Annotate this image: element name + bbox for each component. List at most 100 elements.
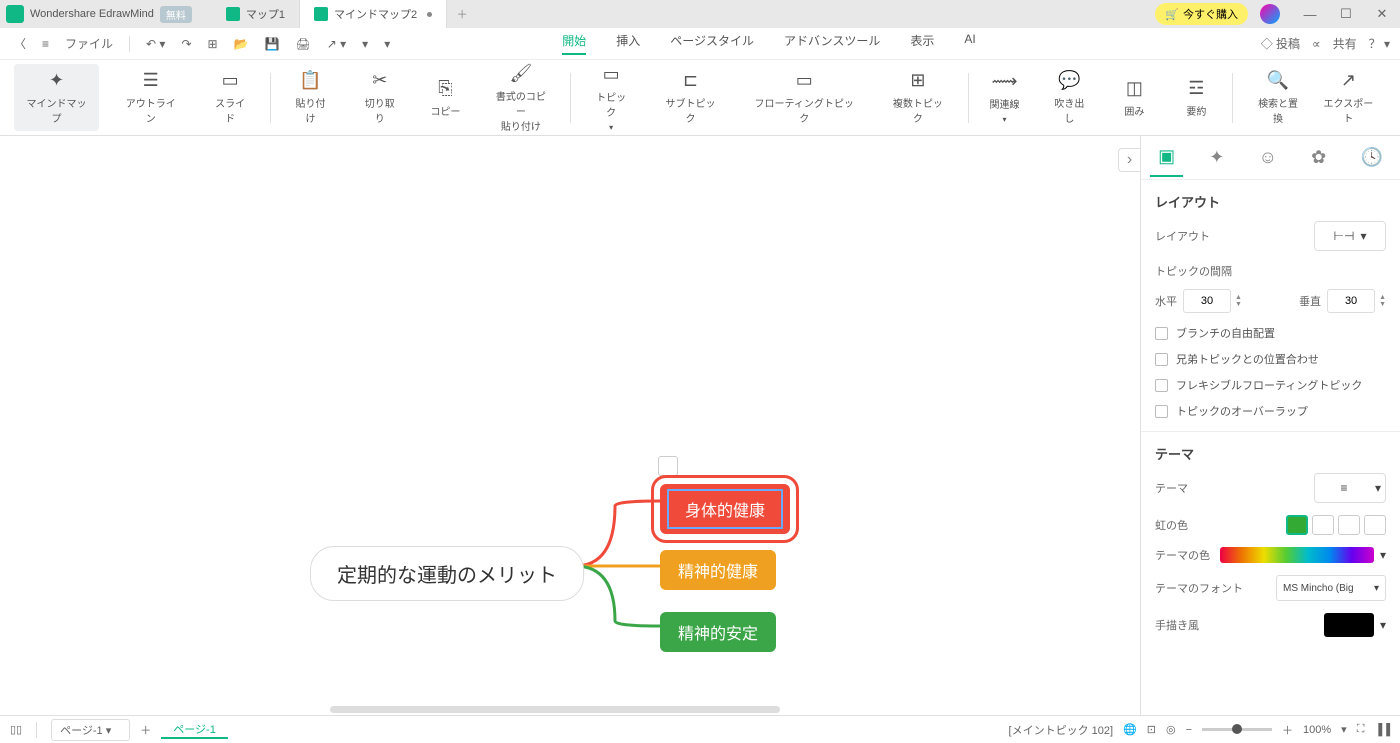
theme-color-strip[interactable] (1220, 547, 1374, 563)
doc-tab-map2[interactable]: マインドマップ2 (300, 0, 447, 28)
subtopic-button[interactable]: ⊏サブトピック (653, 58, 728, 138)
page-selector[interactable]: ページ-1 ▾ (51, 719, 130, 741)
v-spinner[interactable]: ▲▼ (1379, 294, 1386, 308)
topic-node-1[interactable]: 身体的健康 (660, 484, 790, 534)
check-flexible-floating[interactable]: フレキシブルフローティングトピック (1155, 377, 1386, 393)
check-sibling-align[interactable]: 兄弟トピックとの位置合わせ (1155, 351, 1386, 367)
zoom-dropdown-icon[interactable]: ▾ (1341, 723, 1347, 736)
canvas[interactable]: 定期的な運動のメリット 身体的健康 精神的健康 精神的安定 › (0, 136, 1140, 715)
layout-tab-icon[interactable]: ▣ (1150, 138, 1183, 177)
fullscreen-icon[interactable]: ⛶ (1357, 723, 1365, 736)
tab-view[interactable]: 表示 (910, 32, 934, 55)
cut-button[interactable]: ✂切り取り (352, 57, 407, 139)
history-tab-icon[interactable]: 🕓 (1352, 139, 1390, 176)
summary-button[interactable]: ☲要約 (1172, 64, 1220, 131)
relation-button[interactable]: ⟿関連線▾ (980, 64, 1028, 131)
vertical-spacing-input[interactable] (1327, 289, 1375, 313)
rainbow-swatch-4[interactable] (1364, 515, 1386, 535)
save-icon[interactable]: 💾 (261, 35, 284, 53)
export-button[interactable]: ↗エクスポート (1311, 64, 1386, 131)
copy-button[interactable]: ⎘コピー (421, 57, 469, 139)
multi-topic-button[interactable]: ⊞複数トピック (880, 58, 955, 138)
zoom-slider[interactable] (1202, 728, 1272, 731)
horizontal-scrollbar[interactable] (330, 706, 780, 713)
share-link-icon[interactable]: ∝ (1312, 37, 1321, 51)
doc-tab-map1[interactable]: マップ1 (212, 0, 300, 28)
zoom-out-button[interactable]: − (1186, 724, 1192, 736)
horizontal-label: 水平 (1155, 293, 1177, 309)
new-tab-button[interactable]: ＋ (447, 0, 477, 28)
multi-icon: ⊞ (910, 70, 925, 91)
topic-icon: ▭ (603, 64, 620, 85)
zoom-in-button[interactable]: ＋ (1282, 722, 1293, 738)
topic-node-2[interactable]: 精神的健康 (660, 550, 776, 590)
add-page-button[interactable]: ＋ (140, 722, 151, 738)
new-icon[interactable]: ⊞ (204, 35, 222, 53)
more-icon[interactable]: ▾ (380, 35, 394, 53)
mindmap-mode-button[interactable]: ✦マインドマップ (14, 64, 99, 131)
tab-insert[interactable]: 挿入 (616, 32, 640, 55)
share-button[interactable]: 共有 (1333, 35, 1357, 52)
central-topic[interactable]: 定期的な運動のメリット (310, 546, 584, 601)
expand-icon[interactable] (658, 456, 678, 476)
file-menu[interactable]: ファイル (61, 33, 117, 54)
find-replace-button[interactable]: 🔍検索と置換 (1245, 64, 1310, 131)
presentation-icon[interactable]: ▐▐ (1374, 724, 1390, 736)
callout-button[interactable]: 💬吹き出し (1042, 64, 1096, 131)
share-icon[interactable]: ▾ (358, 35, 372, 53)
page-tab[interactable]: ページ-1 (161, 721, 228, 739)
paste-button[interactable]: 📋貼り付け (283, 57, 338, 139)
horizontal-spacing-input[interactable] (1183, 289, 1231, 313)
tab-start[interactable]: 開始 (562, 32, 586, 55)
globe-icon[interactable]: 🌐 (1123, 723, 1137, 736)
floating-topic-button[interactable]: ▭フローティングトピック (742, 58, 866, 138)
tab-advanced[interactable]: アドバンスツール (784, 32, 880, 55)
chevron-down-icon[interactable]: ▾ (1380, 618, 1386, 632)
rainbow-swatch-2[interactable] (1312, 515, 1334, 535)
theme-font-selector[interactable]: MS Mincho (Big▾ (1276, 575, 1386, 601)
handdrawn-color-swatch[interactable] (1324, 613, 1374, 637)
export-icon[interactable]: ↗ ▾ (323, 35, 350, 53)
check-free-branch[interactable]: ブランチの自由配置 (1155, 325, 1386, 341)
post-button[interactable]: ◇ 投稿 (1261, 35, 1300, 52)
back-icon[interactable]: 〈 (10, 33, 30, 54)
layout-selector[interactable]: ⊢⊣▾ (1314, 221, 1386, 251)
clipart-tab-icon[interactable]: ✿ (1303, 139, 1334, 176)
close-button[interactable]: ✕ (1364, 0, 1400, 28)
rainbow-swatch-1[interactable] (1286, 515, 1308, 535)
zoom-level[interactable]: 100% (1303, 724, 1331, 736)
outline-mode-button[interactable]: ☰アウトライン (113, 64, 188, 131)
tab-pagestyle[interactable]: ページスタイル (670, 32, 754, 55)
target-icon[interactable]: ◎ (1166, 723, 1176, 736)
buy-now-button[interactable]: 🛒 今すぐ購入 (1155, 3, 1248, 25)
rainbow-swatch-3[interactable] (1338, 515, 1360, 535)
topic-button[interactable]: ▭トピック▾ (583, 58, 639, 138)
undo-icon[interactable]: ↶ ▾ (142, 35, 169, 53)
copy-icon: ⎘ (438, 78, 452, 99)
pages-icon[interactable]: ▯▯ (10, 723, 22, 736)
topic-node-3[interactable]: 精神的安定 (660, 612, 776, 652)
print-icon[interactable]: 🖨 (292, 35, 315, 53)
minimize-button[interactable]: — (1292, 0, 1328, 28)
panel-collapse-button[interactable]: › (1118, 148, 1140, 172)
zoom-thumb[interactable] (1232, 724, 1242, 734)
maximize-button[interactable]: ☐ (1328, 0, 1364, 28)
theme-selector[interactable]: ≡▾ (1314, 473, 1386, 503)
summary-icon: ☲ (1188, 78, 1204, 99)
format-painter-button[interactable]: 🖌書式のコピー 貼り付け (483, 57, 558, 139)
slide-mode-button[interactable]: ▭スライド (202, 64, 258, 131)
open-icon[interactable]: 📂 (230, 35, 253, 53)
h-spinner[interactable]: ▲▼ (1235, 294, 1242, 308)
style-tab-icon[interactable]: ✦ (1201, 139, 1232, 176)
chevron-down-icon[interactable]: ▾ (1380, 548, 1386, 562)
help-icon[interactable]: ？ ▾ (1369, 35, 1390, 52)
hamburger-icon[interactable]: ≡ (38, 35, 53, 53)
user-avatar[interactable] (1260, 4, 1280, 24)
redo-icon[interactable]: ↷ (177, 35, 195, 53)
export-icon: ↗ (1341, 70, 1356, 91)
check-topic-overlap[interactable]: トピックのオーバーラップ (1155, 403, 1386, 419)
emoji-tab-icon[interactable]: ☺ (1251, 139, 1285, 176)
tab-ai[interactable]: AI (964, 32, 975, 55)
boundary-button[interactable]: ◫囲み (1110, 64, 1158, 131)
fit-icon[interactable]: ⊡ (1147, 723, 1156, 736)
